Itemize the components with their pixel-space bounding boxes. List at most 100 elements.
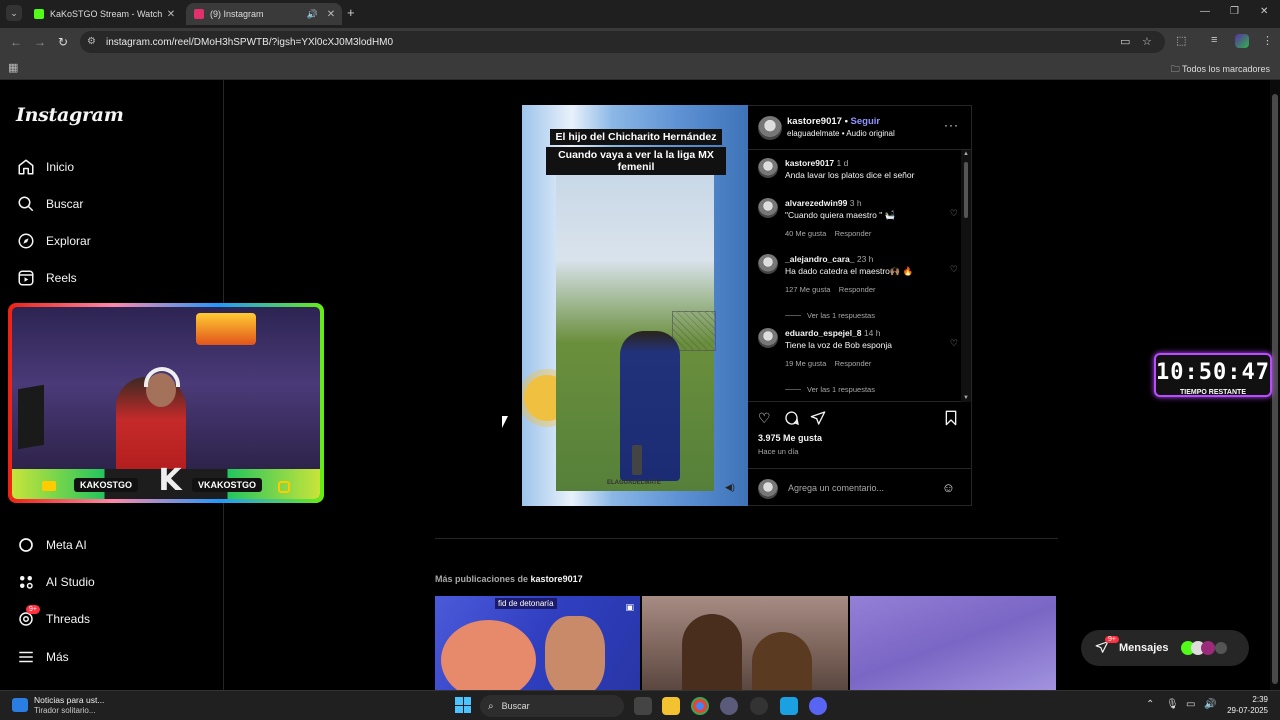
back-icon[interactable]: ← bbox=[10, 35, 22, 49]
file-explorer-icon[interactable] bbox=[662, 697, 680, 715]
save-icon[interactable] bbox=[944, 410, 958, 429]
news-title[interactable]: Noticias para ust... bbox=[34, 695, 104, 705]
reel-caption: El hijo del Chicharito Hernández Cuando … bbox=[546, 127, 726, 176]
sidebar-item-buscar[interactable]: Buscar bbox=[16, 192, 83, 216]
messages-label: Mensajes bbox=[1119, 642, 1169, 654]
avatar[interactable] bbox=[758, 328, 778, 348]
windows-start-icon[interactable] bbox=[455, 697, 471, 713]
reel-video[interactable]: El hijo del Chicharito Hernández Cuando … bbox=[522, 105, 748, 506]
scrollbar-thumb[interactable] bbox=[964, 162, 968, 218]
post-thumbnail[interactable] bbox=[850, 596, 1056, 690]
avatar[interactable] bbox=[758, 198, 778, 218]
more-posts-user[interactable]: kastore9017 bbox=[531, 574, 583, 584]
like-comment-icon[interactable]: ♡ bbox=[950, 338, 958, 349]
all-bookmarks-button[interactable]: 🗀 Todos los marcadores bbox=[1171, 62, 1270, 78]
news-widget-icon[interactable] bbox=[12, 698, 28, 712]
obs-icon[interactable] bbox=[750, 697, 768, 715]
sidebar-item-reels[interactable]: Reels bbox=[16, 266, 77, 290]
view-replies-button[interactable]: Ver las 1 respuestas bbox=[785, 311, 875, 320]
app-icon[interactable] bbox=[720, 697, 738, 715]
address-bar[interactable]: ⚙ instagram.com/reel/DMoH3hSPWTB/?igsh=Y… bbox=[80, 31, 1165, 53]
ai-studio-icon bbox=[16, 572, 36, 592]
sidebar-item-explorar[interactable]: Explorar bbox=[16, 229, 91, 253]
extensions-icon[interactable]: ⬚ bbox=[1176, 34, 1186, 47]
close-icon[interactable]: ✕ bbox=[164, 9, 178, 20]
apps-grid-icon[interactable]: ▦ bbox=[8, 61, 18, 74]
emoji-icon[interactable]: ☺ bbox=[942, 480, 955, 495]
restore-icon[interactable]: ❐ bbox=[1230, 6, 1239, 17]
window-close-icon[interactable]: ✕ bbox=[1260, 6, 1268, 17]
like-comment-icon[interactable]: ♡ bbox=[950, 208, 958, 219]
avatar[interactable] bbox=[758, 158, 778, 178]
tab-instagram[interactable]: (9) Instagram 🔊 ✕ bbox=[186, 3, 342, 25]
messages-button[interactable]: 9+ Mensajes bbox=[1081, 630, 1249, 666]
chrome-menu-icon[interactable]: ⋮ bbox=[1262, 34, 1273, 47]
comment-user[interactable]: _alejandro_cara_ bbox=[785, 254, 854, 264]
new-tab-icon[interactable]: + bbox=[347, 5, 355, 20]
more-options-icon[interactable]: ··· bbox=[944, 118, 959, 132]
post-audio[interactable]: elaguadelmate • Audio original bbox=[787, 129, 895, 138]
tab-kakostgo[interactable]: KaKoSTGO Stream - Watch Live ✕ bbox=[26, 3, 182, 25]
scrollbar-thumb[interactable] bbox=[1272, 94, 1278, 684]
task-view-icon[interactable] bbox=[634, 697, 652, 715]
comment-user[interactable]: alvarezedwin99 bbox=[785, 198, 847, 208]
bookmark-star-icon[interactable]: ☆ bbox=[1142, 35, 1152, 48]
taskbar-search[interactable]: ⌕ Buscar bbox=[480, 695, 624, 717]
instagram-logo[interactable]: Instagram bbox=[16, 104, 124, 126]
comment-likes[interactable]: 40 Me gusta bbox=[785, 229, 826, 238]
comment-input[interactable]: Agrega un comentario... bbox=[788, 483, 884, 493]
reply-button[interactable]: Responder bbox=[839, 285, 876, 294]
likes-count[interactable]: 3.975 Me gusta bbox=[758, 433, 822, 443]
sidebar-item-meta-ai[interactable]: Meta AI bbox=[16, 533, 87, 557]
scroll-down-icon[interactable]: ▼ bbox=[963, 395, 969, 401]
kick-favicon-icon bbox=[34, 9, 44, 19]
microphone-icon[interactable]: 🎙 bbox=[1166, 699, 1179, 710]
reply-button[interactable]: Responder bbox=[835, 359, 872, 368]
view-replies-button[interactable]: Ver las 1 respuestas bbox=[785, 385, 875, 394]
like-icon[interactable]: ♡ bbox=[758, 410, 771, 427]
speaker-icon[interactable]: 🔊 bbox=[307, 9, 318, 20]
sidebar-item-threads[interactable]: 9+ Threads bbox=[16, 605, 90, 631]
comment-likes[interactable]: 127 Me gusta bbox=[785, 285, 830, 294]
forward-icon[interactable]: → bbox=[34, 35, 46, 49]
scroll-up-icon[interactable]: ▲ bbox=[963, 151, 969, 157]
comment-icon[interactable] bbox=[784, 410, 800, 429]
sidebar-item-mas[interactable]: Más bbox=[16, 645, 69, 669]
facebook-icon[interactable] bbox=[780, 697, 798, 715]
site-info-icon[interactable]: ⚙ bbox=[87, 36, 96, 47]
post-thumbnail[interactable] bbox=[642, 596, 848, 690]
comment-user[interactable]: eduardo_espejel_8 bbox=[785, 328, 862, 338]
sidebar-item-inicio[interactable]: Inicio bbox=[16, 155, 74, 179]
comment-user[interactable]: kastore9017 bbox=[785, 158, 834, 168]
post-thumbnail[interactable]: fid de detonaría ▣ bbox=[435, 596, 640, 690]
comment-list[interactable]: kastore9017 1 d Anda lavar los platos di… bbox=[748, 150, 971, 402]
post-username[interactable]: kastore9017 bbox=[787, 116, 842, 127]
taskbar-clock[interactable]: 2:39 29-07-2025 bbox=[1227, 694, 1268, 716]
close-icon[interactable]: ✕ bbox=[324, 9, 338, 20]
profile-avatar[interactable] bbox=[1235, 34, 1249, 48]
like-comment-icon[interactable]: ♡ bbox=[950, 264, 958, 275]
follow-button[interactable]: Seguir bbox=[851, 116, 881, 127]
cast-icon[interactable]: ▭ bbox=[1120, 35, 1130, 48]
discord-icon[interactable] bbox=[809, 697, 827, 715]
mute-icon[interactable]: ◀) bbox=[725, 482, 735, 493]
reels-icon bbox=[16, 268, 36, 288]
media-control-icon[interactable]: ≡ bbox=[1211, 34, 1217, 46]
instagram-favicon-icon bbox=[194, 9, 204, 19]
minimize-icon[interactable]: — bbox=[1200, 6, 1210, 17]
avatar[interactable] bbox=[758, 116, 782, 140]
sidebar-item-ai-studio[interactable]: AI Studio bbox=[16, 570, 95, 594]
tray-chevron-icon[interactable]: ⌃ bbox=[1146, 699, 1154, 710]
reload-icon[interactable]: ↻ bbox=[58, 35, 68, 49]
comment-likes[interactable]: 19 Me gusta bbox=[785, 359, 826, 368]
volume-icon[interactable]: 🔊 bbox=[1204, 699, 1216, 710]
network-icon[interactable]: ▭ bbox=[1186, 699, 1195, 710]
tab-search-icon[interactable]: ⌄ bbox=[6, 5, 22, 21]
comments-scrollbar[interactable]: ▲ ▼ bbox=[961, 150, 971, 402]
reply-button[interactable]: Responder bbox=[835, 229, 872, 238]
chrome-icon[interactable] bbox=[691, 697, 709, 715]
reel-watermark: ELAGUADELMATE bbox=[607, 480, 661, 486]
news-subtitle: Tirador solitario... bbox=[34, 706, 96, 715]
share-icon[interactable] bbox=[810, 410, 826, 429]
avatar[interactable] bbox=[758, 254, 778, 274]
